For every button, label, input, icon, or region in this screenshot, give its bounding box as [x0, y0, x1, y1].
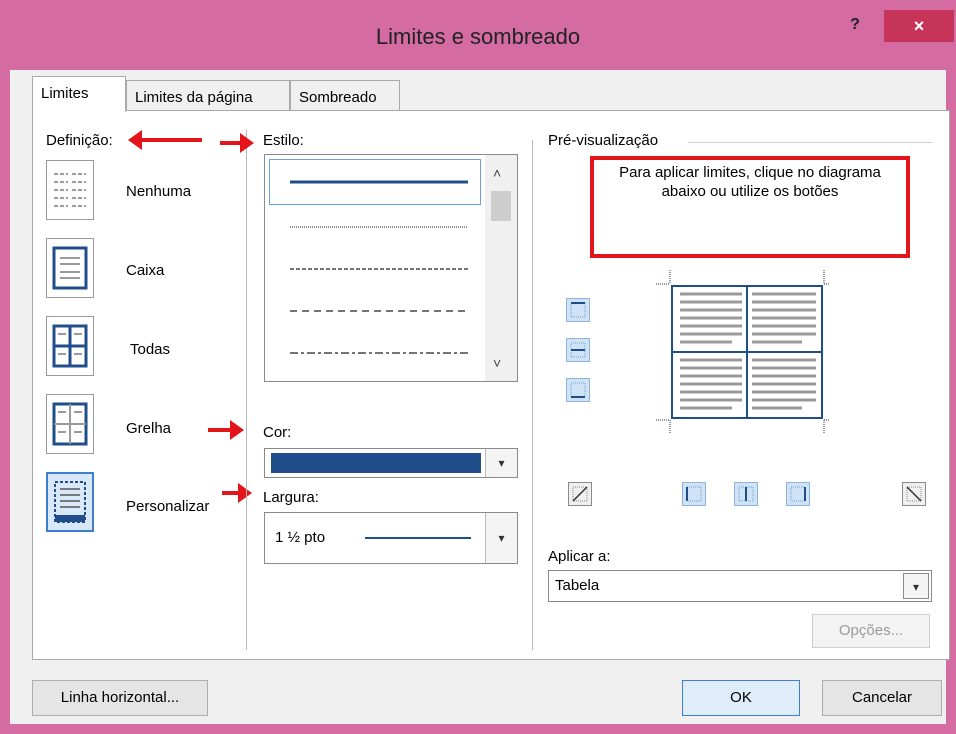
close-button[interactable]: × [884, 10, 954, 42]
border-bottom-button[interactable] [566, 378, 590, 402]
tab-sombreado[interactable]: Sombreado [290, 80, 400, 112]
style-dashed-long[interactable] [270, 297, 480, 327]
title-bar: Limites e sombreado ? × [0, 0, 956, 70]
diagonal-down-icon [906, 486, 922, 502]
style-solid [290, 180, 468, 184]
tab-limites-da-pagina[interactable]: Limites da página [126, 80, 290, 112]
preset-personalizar[interactable] [46, 472, 94, 532]
annotation-arrowhead [128, 130, 142, 150]
style-dashed-short[interactable] [270, 255, 480, 285]
style-dash-dot[interactable] [270, 339, 480, 369]
column-divider [246, 130, 247, 650]
border-top-button[interactable] [566, 298, 590, 322]
preset-caixa-label: Caixa [126, 262, 165, 279]
column-divider [532, 140, 533, 650]
border-left-icon [686, 486, 702, 502]
annotation-arrow [138, 138, 202, 142]
scroll-up-icon[interactable]: ˄ [493, 165, 501, 181]
border-inside-horizontal-icon [570, 342, 586, 358]
chevron-down-icon[interactable]: ▾ [485, 513, 517, 563]
border-right-button[interactable] [786, 482, 810, 506]
tab-limites[interactable]: Limites [32, 76, 126, 112]
border-box-icon [52, 246, 88, 290]
apply-to-combobox[interactable]: Tabela ▾ [548, 570, 932, 602]
table-preview-diagram[interactable] [652, 268, 832, 436]
preset-todas[interactable] [46, 316, 94, 376]
border-none-icon [54, 173, 86, 207]
diagonal-down-button[interactable] [902, 482, 926, 506]
annotation-arrowhead [240, 133, 254, 153]
width-combobox[interactable]: 1 ½ pto ▾ [264, 512, 518, 564]
preview-instructions: Para aplicar limites, clique no diagrama… [619, 164, 881, 200]
tab-label: Limites da página [135, 89, 253, 106]
width-value: 1 ½ pto [275, 529, 326, 546]
preset-nenhuma[interactable] [46, 160, 94, 220]
border-inside-vertical-icon [738, 486, 754, 502]
border-custom-icon [54, 481, 86, 523]
preset-grelha-label: Grelha [126, 420, 172, 437]
annotation-arrowhead [230, 420, 244, 440]
style-dotted[interactable] [270, 213, 480, 243]
cancel-button[interactable]: Cancelar [822, 680, 942, 716]
diagonal-up-icon [572, 486, 588, 502]
preset-grelha[interactable] [46, 394, 94, 454]
border-left-button[interactable] [682, 482, 706, 506]
preset-todas-label: Todas [130, 341, 171, 358]
border-inside-v-button[interactable] [734, 482, 758, 506]
scroll-down-icon[interactable]: ˅ [493, 355, 501, 371]
horizontal-line-button[interactable]: Linha horizontal... [32, 680, 208, 716]
style-listbox[interactable]: ˄ ˅ [264, 154, 518, 382]
help-button[interactable]: ? [840, 16, 870, 40]
annotation-arrowhead [238, 483, 252, 503]
window-title: Limites e sombreado [375, 24, 581, 49]
width-line-sample [365, 537, 471, 539]
scroll-thumb[interactable] [491, 191, 511, 221]
definicao-label: Definição: [46, 132, 113, 149]
preset-nenhuma-label: Nenhuma [126, 183, 192, 200]
border-right-icon [790, 486, 806, 502]
diagonal-up-button[interactable] [568, 482, 592, 506]
border-all-icon [52, 324, 88, 368]
chevron-down-icon[interactable]: ▾ [485, 449, 517, 477]
style-scrollbar[interactable]: ˄ ˅ [485, 155, 517, 381]
border-top-icon [570, 302, 586, 318]
chevron-down-icon[interactable]: ▾ [903, 573, 929, 599]
ok-button[interactable]: OK [682, 680, 800, 716]
largura-label: Largura: [263, 489, 319, 506]
annotation-arrow [208, 428, 232, 432]
tab-label: Limites [41, 85, 89, 102]
color-combobox[interactable]: ▾ [264, 448, 518, 478]
border-grid-icon [52, 402, 88, 446]
color-swatch [271, 453, 481, 473]
border-inside-h-button[interactable] [566, 338, 590, 362]
style-option-selected[interactable] [269, 159, 481, 205]
tab-label: Sombreado [299, 89, 377, 106]
border-bottom-icon [570, 382, 586, 398]
preview-rule [688, 142, 932, 143]
preview-label: Pré-visualização [548, 132, 659, 149]
preset-caixa[interactable] [46, 238, 94, 298]
options-button[interactable]: Opções... [812, 614, 930, 648]
estilo-label: Estilo: [263, 132, 304, 149]
apply-to-value: Tabela [555, 577, 600, 594]
aplicar-label: Aplicar a: [548, 548, 611, 565]
preset-personalizar-label: Personalizar [126, 498, 210, 515]
cor-label: Cor: [263, 424, 292, 441]
